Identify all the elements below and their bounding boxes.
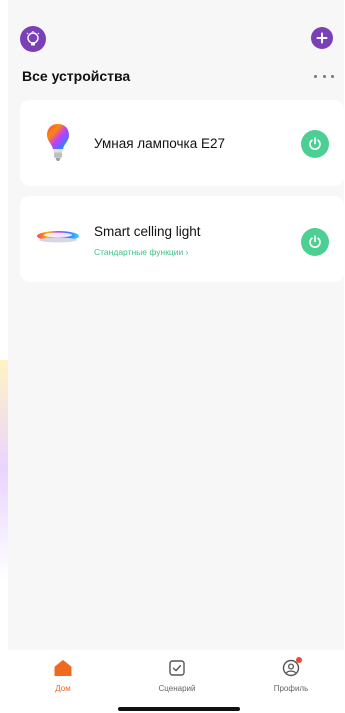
app-screen: Все устройства Умная лампочка E27 Smart …: [8, 0, 344, 713]
tab-label: Сценарий: [158, 684, 196, 693]
ceiling-light-icon: [36, 216, 80, 260]
notification-badge: [296, 657, 302, 663]
top-bar: [8, 0, 344, 60]
standard-functions-link[interactable]: Стандартные функции ›: [94, 247, 189, 257]
add-device-button[interactable]: [311, 27, 333, 49]
power-icon: [309, 235, 321, 248]
tab-label: Дом: [55, 684, 71, 693]
power-button-ceiling-light[interactable]: [301, 228, 329, 256]
home-indicator: [118, 707, 240, 711]
device-card-bulb[interactable]: Умная лампочка E27: [20, 100, 344, 186]
left-edge-glow: [0, 360, 8, 580]
device-card-ceiling-light[interactable]: Smart celling light Стандартные функции …: [20, 196, 344, 282]
tab-scenes[interactable]: Сценарий: [142, 658, 212, 702]
power-button-bulb[interactable]: [301, 130, 329, 158]
bottom-tab-bar: Дом Сценарий Профиль: [8, 650, 344, 713]
section-header: Все устройства: [22, 66, 334, 86]
rgb-bulb-icon: [36, 121, 80, 165]
house-icon: [53, 658, 73, 678]
tab-home[interactable]: Дом: [28, 658, 98, 702]
power-icon: [309, 137, 321, 150]
checkbox-icon: [167, 658, 187, 678]
device-name: Smart celling light: [94, 224, 201, 239]
section-title: Все устройства: [22, 68, 131, 84]
user-icon: [281, 657, 302, 678]
more-dots-icon[interactable]: [314, 70, 334, 82]
plus-icon: [316, 32, 328, 44]
device-name: Умная лампочка E27: [94, 136, 225, 151]
lightbulb-head-icon: [26, 31, 40, 46]
tab-label: Профиль: [273, 684, 309, 693]
tab-profile[interactable]: Профиль: [256, 657, 326, 702]
home-menu-button[interactable]: [20, 26, 46, 52]
